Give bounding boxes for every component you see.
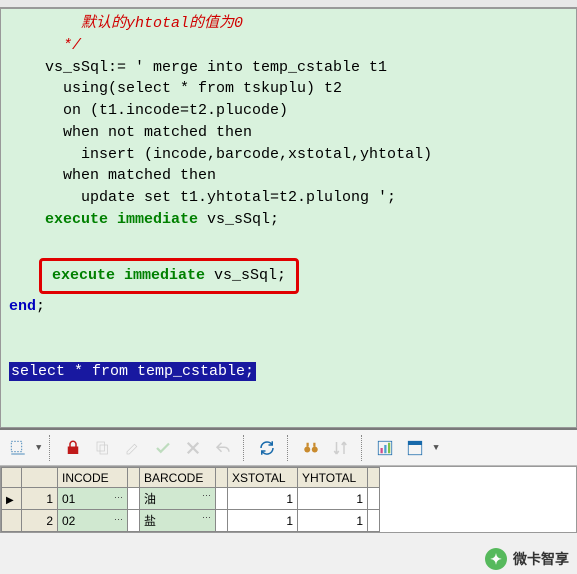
code-line: when matched then: [9, 165, 568, 187]
grid-header-row: INCODE BARCODE XSTOTAL YHTOTAL: [2, 468, 380, 488]
col-header-yhtotal[interactable]: YHTOTAL: [298, 468, 368, 488]
sort-icon: [329, 436, 353, 460]
code-line: update set t1.yhtotal=t2.plulong ';: [9, 187, 568, 209]
cell-barcode[interactable]: 盐⋯: [140, 510, 216, 532]
col-extra: [216, 468, 228, 488]
col-header-barcode[interactable]: BARCODE: [140, 468, 216, 488]
watermark: ✦ 微卡智享: [485, 548, 569, 570]
results-grid[interactable]: INCODE BARCODE XSTOTAL YHTOTAL ▶ 1 01⋯ 油…: [1, 467, 380, 532]
results-grid-wrap: INCODE BARCODE XSTOTAL YHTOTAL ▶ 1 01⋯ 油…: [0, 466, 577, 533]
table-row[interactable]: 2 02⋯ 盐⋯ 1 1: [2, 510, 380, 532]
code-end-line: end;: [9, 296, 568, 318]
row-indicator: [2, 510, 22, 532]
wechat-icon: ✦: [485, 548, 507, 570]
col-extra: [128, 468, 140, 488]
undo-icon: [211, 436, 235, 460]
code-comment: 默认的yhtotal的值为0: [9, 15, 243, 32]
ellipsis-icon[interactable]: ⋯: [202, 490, 211, 501]
cell-xstotal[interactable]: 1: [228, 488, 298, 510]
chart-icon[interactable]: [373, 436, 397, 460]
code-line: vs_sSql:= ' merge into temp_cstable t1: [9, 57, 568, 79]
code-line: on (t1.incode=t2.plucode): [9, 100, 568, 122]
dropdown-icon[interactable]: ▼: [433, 443, 438, 453]
highlighted-execute-box: execute immediate vs_sSql;: [39, 258, 299, 294]
cell-incode[interactable]: 02⋯: [58, 510, 128, 532]
copy-icon: [91, 436, 115, 460]
row-indicator-header: [2, 468, 22, 488]
edit-icon: [121, 436, 145, 460]
row-number: 2: [22, 510, 58, 532]
select-icon[interactable]: [6, 436, 30, 460]
editor-tabs: [0, 0, 577, 8]
code-blank: [9, 340, 568, 362]
binoculars-icon[interactable]: [299, 436, 323, 460]
ellipsis-icon[interactable]: ⋯: [114, 492, 123, 503]
cancel-icon: [181, 436, 205, 460]
cell-yhtotal[interactable]: 1: [298, 488, 368, 510]
cell-incode[interactable]: 01⋯: [58, 488, 128, 510]
row-indicator: ▶: [2, 488, 22, 510]
cell-barcode[interactable]: 油⋯: [140, 488, 216, 510]
results-toolbar: ▼ ▼: [0, 428, 577, 466]
refresh-icon[interactable]: [255, 436, 279, 460]
sql-code-editor[interactable]: 默认的yhtotal的值为0 */ vs_sSql:= ' merge into…: [0, 8, 577, 428]
code-blank: [9, 231, 568, 253]
export-icon[interactable]: [403, 436, 427, 460]
table-row[interactable]: ▶ 1 01⋯ 油⋯ 1 1: [2, 488, 380, 510]
check-icon: [151, 436, 175, 460]
col-header-incode[interactable]: INCODE: [58, 468, 128, 488]
row-number: 1: [22, 488, 58, 510]
code-comment-end: */: [9, 37, 81, 54]
cell-yhtotal[interactable]: 1: [298, 510, 368, 532]
code-selected-line: select * from temp_cstable;: [9, 361, 568, 383]
row-number-header: [22, 468, 58, 488]
ellipsis-icon[interactable]: ⋯: [202, 512, 211, 523]
code-execute-line: execute immediate vs_sSql;: [9, 209, 568, 231]
code-blank: [9, 318, 568, 340]
lock-icon[interactable]: [61, 436, 85, 460]
code-line: using(select * from tskuplu) t2: [9, 78, 568, 100]
ellipsis-icon[interactable]: ⋯: [114, 514, 123, 525]
col-header-xstotal[interactable]: XSTOTAL: [228, 468, 298, 488]
col-extra: [368, 468, 380, 488]
cell-xstotal[interactable]: 1: [228, 510, 298, 532]
dropdown-icon[interactable]: ▼: [36, 443, 41, 453]
code-line: when not matched then: [9, 122, 568, 144]
watermark-text: 微卡智享: [513, 549, 569, 569]
code-line: insert (incode,barcode,xstotal,yhtotal): [9, 144, 568, 166]
